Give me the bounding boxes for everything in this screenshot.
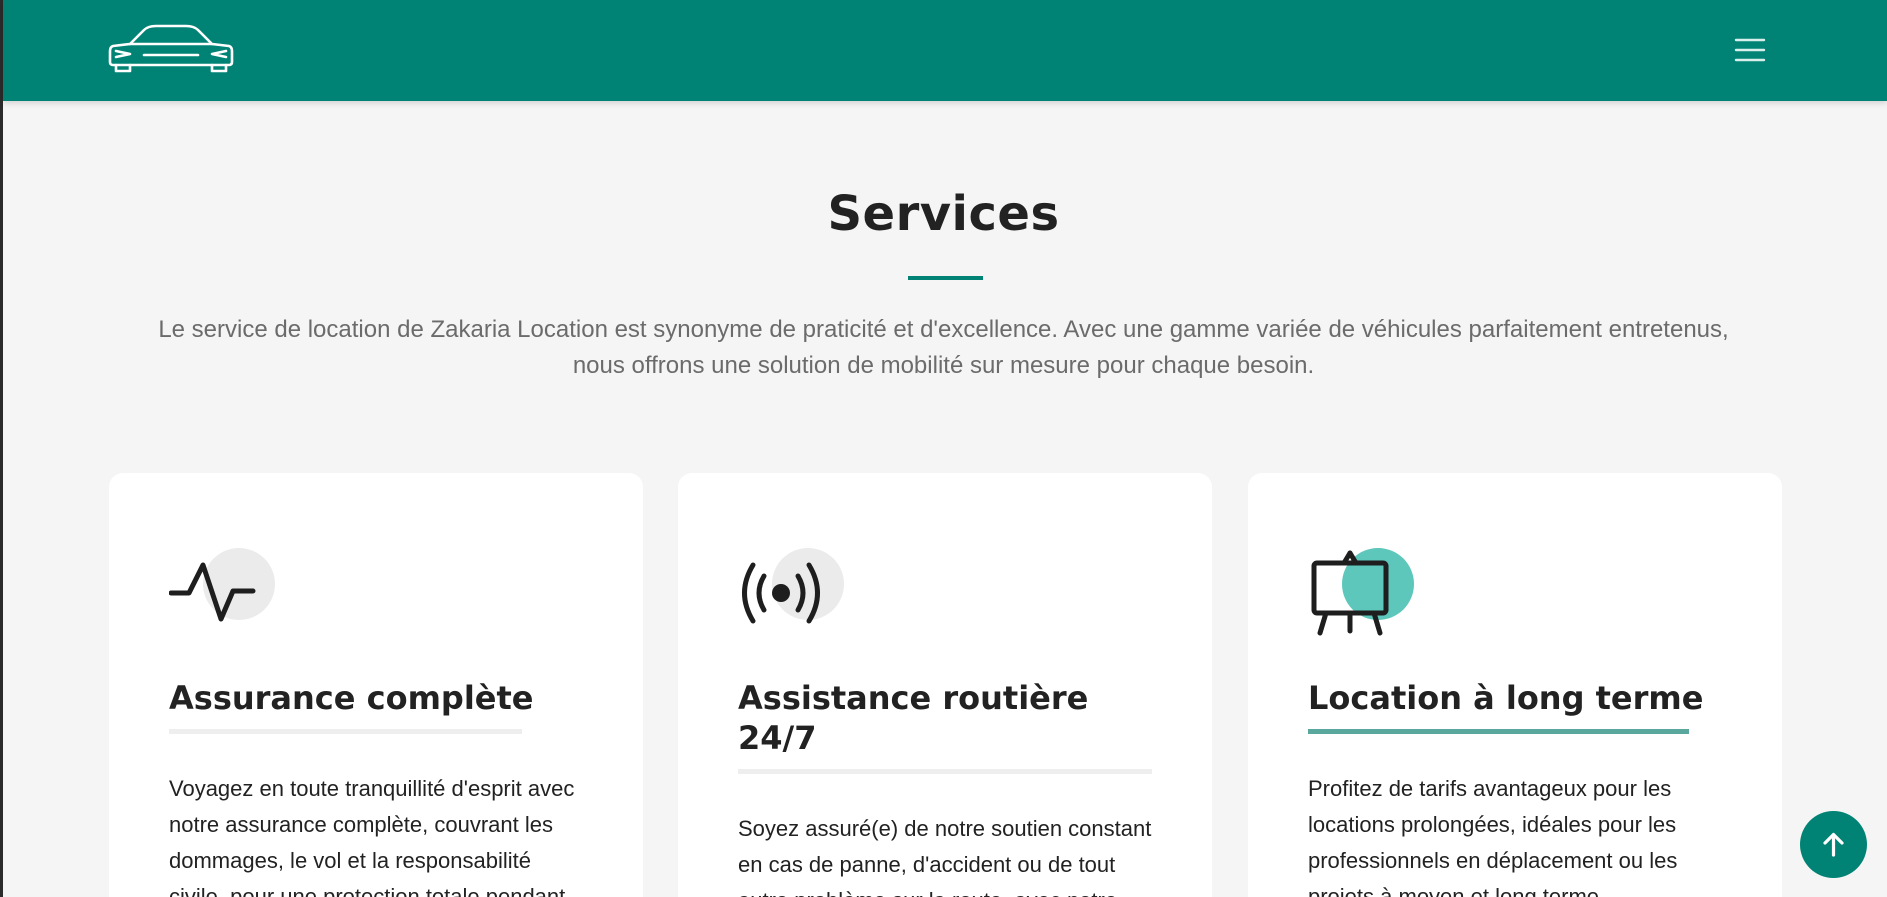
title-underline xyxy=(908,276,983,280)
description-line-1: Le service de location de Zakaria Locati… xyxy=(158,316,1729,343)
service-card-assurance[interactable]: Assurance complète Voyagez en toute tran… xyxy=(109,473,643,897)
card-title: Location à long terme xyxy=(1308,679,1704,717)
card-title: Assurance complète xyxy=(169,679,534,717)
card-title-underline xyxy=(738,769,1152,774)
service-card-assistance[interactable]: Assistance routière 24/7 Soyez assuré(e)… xyxy=(678,473,1212,897)
scroll-to-top-button[interactable] xyxy=(1800,811,1867,878)
card-title: Assistance routière 24/7 xyxy=(738,678,1088,758)
service-card-location-long-terme[interactable]: Location à long terme Profitez de tarifs… xyxy=(1248,473,1782,897)
hamburger-menu-icon[interactable] xyxy=(1730,30,1770,70)
navbar xyxy=(3,0,1887,101)
activity-pulse-icon xyxy=(169,543,279,638)
card-title-underline xyxy=(1308,729,1689,734)
card-title-line-1: Assistance routière xyxy=(738,679,1089,717)
arrow-up-icon xyxy=(1823,832,1844,857)
card-title-line-2: 24/7 xyxy=(738,719,817,757)
card-text: Soyez assuré(e) de notre soutien constan… xyxy=(738,816,1152,897)
card-title-underline xyxy=(169,729,522,734)
window-left-edge xyxy=(0,0,3,897)
services-title: Services xyxy=(827,186,1060,242)
easel-presentation-icon xyxy=(1308,543,1418,638)
card-text: Voyagez en toute tranquillité d'esprit a… xyxy=(169,776,575,897)
broadcast-signal-icon xyxy=(738,543,848,638)
card-text: Profitez de tarifs avantageux pour les l… xyxy=(1308,776,1678,897)
services-description: Le service de location de Zakaria Locati… xyxy=(110,312,1777,384)
car-outline-icon[interactable] xyxy=(108,24,234,74)
description-line-2: nous offrons une solution de mobilité su… xyxy=(572,352,1315,379)
